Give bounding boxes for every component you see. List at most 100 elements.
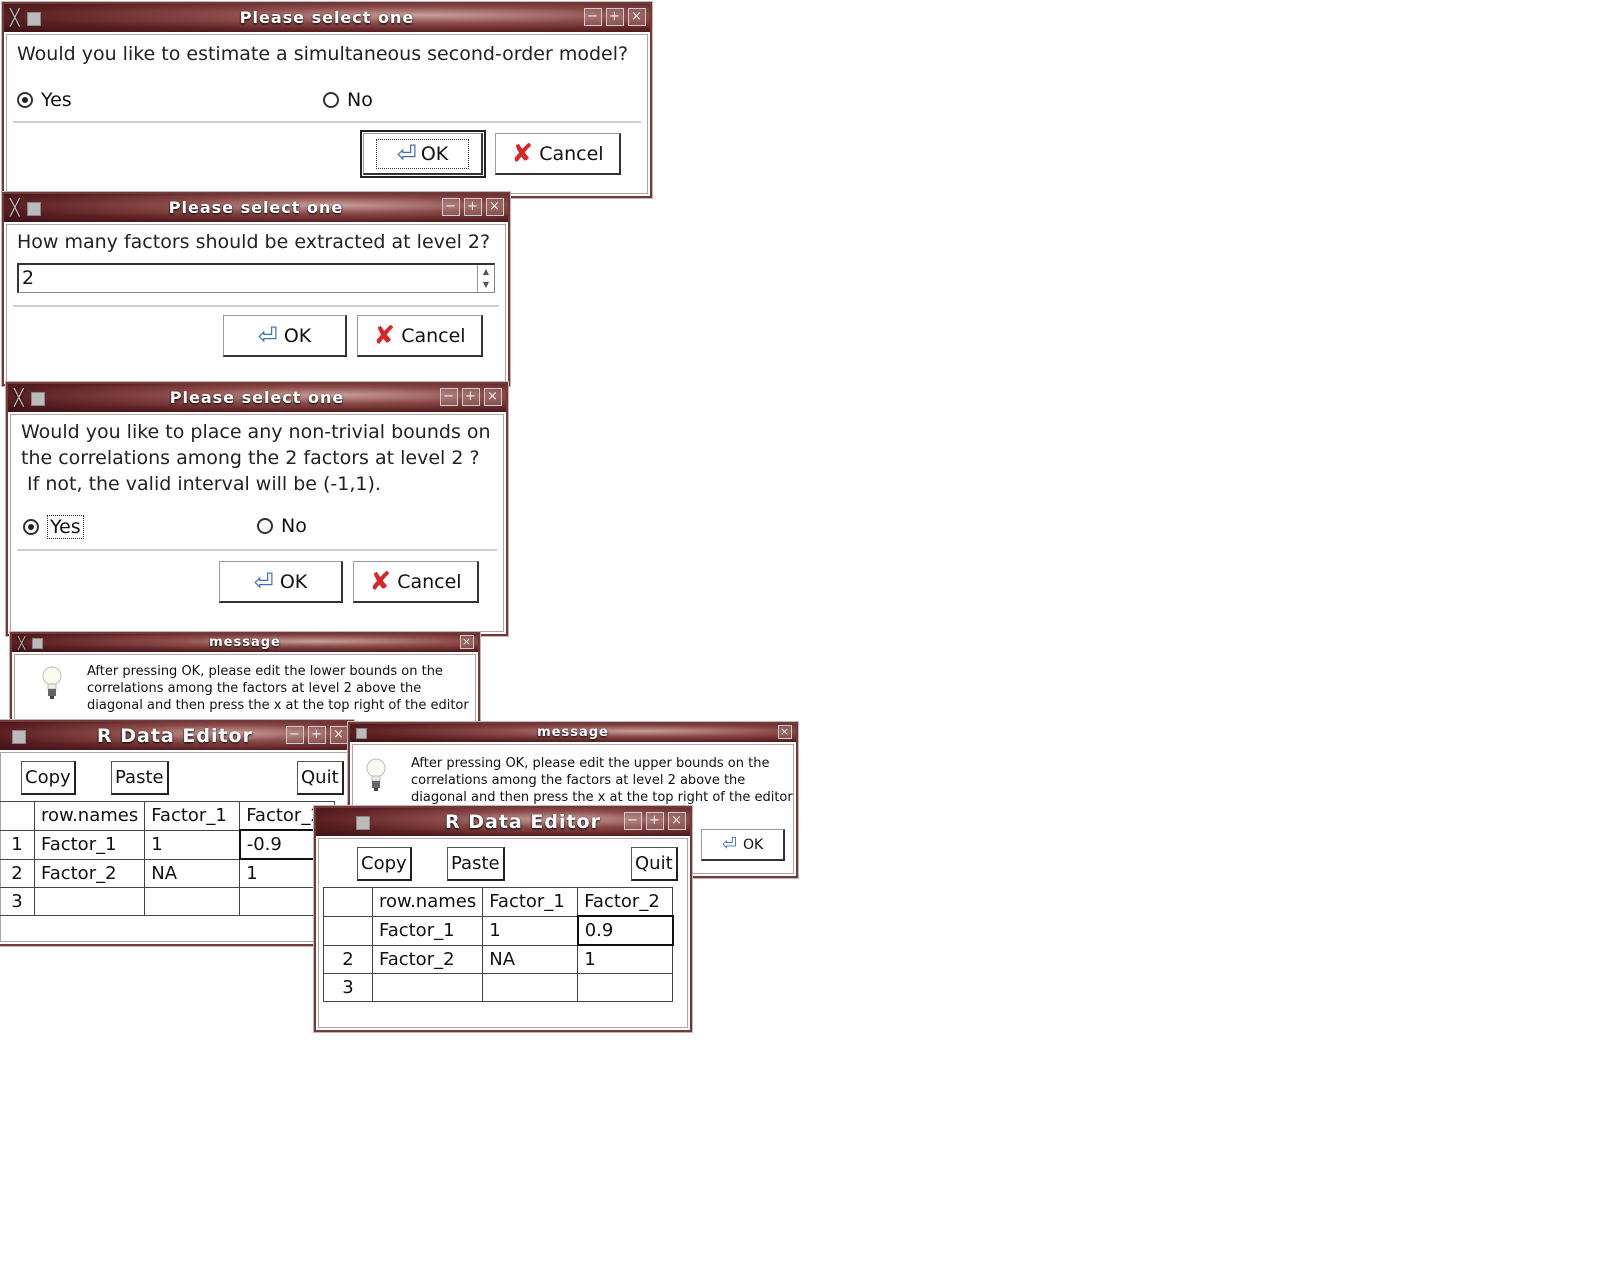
message-line-3: diagonal and then press the x at the top… bbox=[87, 698, 469, 713]
close-icon[interactable]: × bbox=[330, 726, 348, 744]
cell[interactable]: Factor_1 bbox=[33, 829, 146, 860]
cell[interactable]: 1 bbox=[144, 829, 241, 860]
cancel-button[interactable]: ✘ Cancel bbox=[357, 315, 483, 357]
separator bbox=[13, 305, 499, 308]
radio-yes-label: Yes bbox=[41, 89, 72, 111]
cancel-button[interactable]: ✘ Cancel bbox=[495, 133, 621, 175]
ok-button[interactable]: ⏎ OK bbox=[223, 315, 347, 357]
radio-unselected-icon[interactable] bbox=[323, 92, 339, 108]
cell[interactable]: NA bbox=[482, 944, 579, 974]
close-icon[interactable]: × bbox=[628, 8, 646, 26]
cell[interactable]: 1 bbox=[577, 944, 674, 974]
column-header[interactable]: row.names bbox=[371, 887, 484, 917]
copy-button[interactable]: Copy bbox=[357, 847, 412, 881]
cell[interactable]: Factor_2 bbox=[33, 858, 146, 888]
radio-yes[interactable]: Yes bbox=[17, 89, 72, 111]
cell[interactable]: Factor_1 bbox=[371, 915, 484, 946]
title-bar[interactable]: ╳ Please select one − + × bbox=[4, 194, 508, 222]
menu-square-icon[interactable] bbox=[26, 202, 41, 216]
radio-yes-label: Yes bbox=[47, 515, 84, 539]
radio-no-label: No bbox=[347, 89, 373, 111]
table-row: 2 Factor_2 NA 1 bbox=[0, 858, 336, 888]
title-bar[interactable]: message × bbox=[350, 724, 796, 742]
menu-square-icon[interactable] bbox=[356, 728, 367, 739]
data-grid: row.names Factor_1 Factor_2 1 Factor_1 1… bbox=[0, 801, 336, 916]
title-bar[interactable]: ╳ message × bbox=[12, 634, 478, 652]
minimize-icon[interactable]: − bbox=[286, 726, 304, 744]
column-header[interactable]: Factor_2 bbox=[577, 887, 674, 917]
title-bar[interactable]: ╳ Please select one − + × bbox=[8, 384, 506, 412]
menu-square-icon[interactable] bbox=[26, 12, 41, 26]
minimize-icon[interactable]: − bbox=[442, 198, 460, 216]
cell[interactable]: NA bbox=[144, 858, 241, 888]
ok-button[interactable]: ⏎ OK bbox=[701, 829, 785, 861]
radio-yes[interactable]: Yes bbox=[23, 515, 84, 539]
editor-body: Copy Paste Quit row.names Factor_1 Facto… bbox=[318, 838, 688, 1028]
quit-button[interactable]: Quit bbox=[297, 761, 344, 795]
menu-square-icon[interactable] bbox=[12, 730, 26, 744]
table-row: 3 bbox=[0, 887, 336, 916]
title-bar[interactable]: R Data Editor − + × bbox=[316, 808, 690, 836]
maximize-icon[interactable]: + bbox=[308, 726, 326, 744]
menu-square-icon[interactable] bbox=[32, 638, 44, 649]
column-header[interactable]: Factor_1 bbox=[144, 801, 241, 831]
cell[interactable] bbox=[482, 973, 579, 1002]
maximize-icon[interactable]: + bbox=[462, 388, 480, 406]
selected-cell[interactable]: 0.9 bbox=[576, 915, 674, 946]
separator bbox=[13, 121, 641, 124]
radio-selected-icon[interactable] bbox=[17, 92, 33, 108]
minimize-icon[interactable]: − bbox=[624, 812, 642, 830]
cell[interactable]: Factor_2 bbox=[371, 944, 484, 974]
minimize-icon[interactable]: − bbox=[584, 8, 602, 26]
cell[interactable] bbox=[577, 973, 674, 1002]
quit-button[interactable]: Quit bbox=[631, 847, 678, 881]
title-bar[interactable]: R Data Editor − + × bbox=[0, 722, 352, 750]
minimize-icon[interactable]: − bbox=[440, 388, 458, 406]
maximize-icon[interactable]: + bbox=[464, 198, 482, 216]
cell[interactable] bbox=[371, 973, 484, 1002]
maximize-icon[interactable]: + bbox=[646, 812, 664, 830]
close-icon[interactable]: × bbox=[778, 725, 792, 739]
menu-square-icon[interactable] bbox=[356, 816, 370, 830]
app-x-icon: ╳ bbox=[10, 198, 21, 217]
cell[interactable] bbox=[33, 887, 146, 916]
column-header[interactable]: Factor_1 bbox=[482, 887, 579, 917]
spin-arrows-icon[interactable]: ▲ ▼ bbox=[477, 265, 494, 292]
ok-label: OK bbox=[420, 142, 449, 165]
corner-cell bbox=[323, 887, 373, 917]
radio-unselected-icon[interactable] bbox=[257, 518, 273, 534]
cell[interactable]: 1 bbox=[482, 915, 579, 946]
paste-button[interactable]: Paste bbox=[111, 761, 169, 795]
question-line-2: the correlations among the 2 factors at … bbox=[21, 447, 480, 469]
paste-button[interactable]: Paste bbox=[447, 847, 505, 881]
radio-no[interactable]: No bbox=[323, 89, 373, 111]
column-header[interactable]: row.names bbox=[33, 801, 146, 831]
close-icon[interactable]: × bbox=[668, 812, 686, 830]
ok-label: OK bbox=[283, 324, 312, 347]
return-arrow-icon: ⏎ bbox=[396, 139, 417, 168]
message-line-1: After pressing OK, please edit the lower… bbox=[87, 664, 443, 679]
menu-square-icon[interactable] bbox=[30, 392, 45, 406]
close-icon[interactable]: × bbox=[484, 388, 502, 406]
maximize-icon[interactable]: + bbox=[606, 8, 624, 26]
factor-count-spinbox[interactable]: 2 ▲ ▼ bbox=[17, 263, 495, 293]
radio-no[interactable]: No bbox=[257, 515, 307, 537]
radio-selected-icon[interactable] bbox=[23, 519, 39, 535]
dialog-body: Would you like to estimate a simultaneou… bbox=[6, 34, 648, 194]
cancel-label: Cancel bbox=[401, 324, 466, 347]
title-bar[interactable]: ╳ Please select one − + × bbox=[4, 4, 650, 32]
cancel-label: Cancel bbox=[397, 570, 462, 593]
message-line-3: diagonal and then press the x at the top… bbox=[411, 790, 793, 805]
spinbox-value: 2 bbox=[22, 267, 35, 289]
cell[interactable] bbox=[144, 887, 241, 916]
cancel-button[interactable]: ✘ Cancel bbox=[353, 561, 479, 603]
dialog-title: Please select one bbox=[169, 388, 345, 407]
ok-button[interactable]: ⏎ OK bbox=[360, 130, 486, 178]
cancel-label: Cancel bbox=[539, 142, 604, 165]
copy-button[interactable]: Copy bbox=[21, 761, 76, 795]
row-number bbox=[323, 915, 373, 946]
ok-button[interactable]: ⏎ OK bbox=[219, 561, 343, 603]
message-line-2: correlations among the factors at level … bbox=[87, 681, 422, 696]
close-icon[interactable]: × bbox=[486, 198, 504, 216]
close-icon[interactable]: × bbox=[460, 635, 474, 649]
